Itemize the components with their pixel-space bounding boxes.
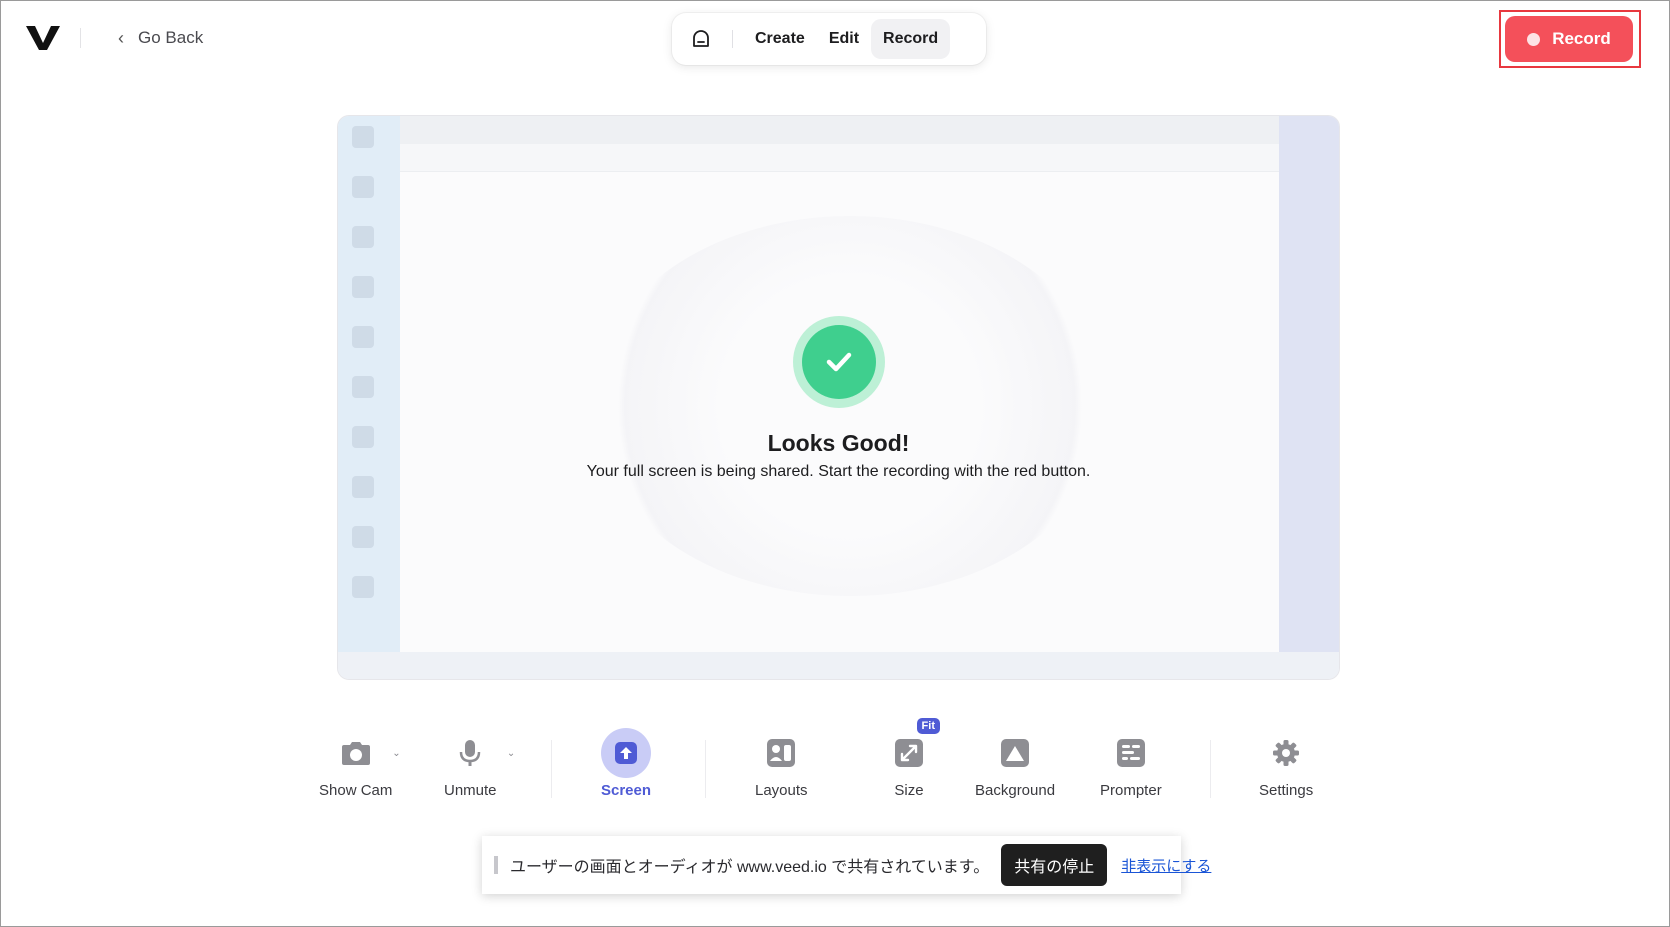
desktop-app-icon: [352, 226, 374, 248]
screen-preview: Looks Good! Your full screen is being sh…: [337, 115, 1340, 680]
unmute-label: Unmute: [444, 782, 497, 799]
microphone-icon: [460, 740, 481, 766]
tab-record[interactable]: Record: [871, 19, 951, 59]
toolbar-separator: [705, 740, 706, 798]
chevron-down-icon[interactable]: ⌄: [392, 748, 400, 759]
show-cam-label: Show Cam: [319, 782, 393, 799]
unmute-button[interactable]: ⌄ Unmute: [444, 728, 515, 799]
layouts-button[interactable]: Layouts: [755, 728, 808, 799]
share-message: ユーザーの画面とオーディオが www.veed.io で共有されています。: [510, 859, 990, 876]
screen-share-banner: ユーザーの画面とオーディオが www.veed.io で共有されています。 共有…: [482, 836, 1211, 894]
check-circle: [802, 325, 876, 399]
mode-separator: [732, 30, 733, 48]
record-button[interactable]: Record: [1505, 16, 1633, 62]
preview-tab-bar: [400, 116, 1281, 144]
gear-icon: [1273, 740, 1300, 766]
layouts-icon: [767, 739, 796, 767]
chevron-left-icon: ‹: [118, 27, 124, 48]
drag-handle-icon[interactable]: [494, 856, 498, 874]
tab-edit[interactable]: Edit: [817, 19, 871, 59]
app-header: ‹ Go Back Create Edit Record Record: [0, 0, 1670, 80]
record-button-label: Record: [1552, 29, 1611, 48]
go-back-label: Go Back: [138, 28, 204, 47]
desktop-app-icon: [352, 176, 374, 198]
record-dot-icon: [1527, 32, 1541, 46]
home-icon: [693, 30, 709, 47]
tab-create[interactable]: Create: [743, 19, 817, 59]
desktop-app-icon: [352, 326, 374, 348]
mode-switcher: Create Edit Record: [672, 13, 986, 65]
camera-icon: [341, 742, 370, 765]
prompter-label: Prompter: [1100, 782, 1162, 799]
hide-banner-link[interactable]: 非表示にする: [1121, 855, 1211, 876]
checkmark-icon: [826, 352, 852, 372]
desktop-app-icon: [352, 376, 374, 398]
background-label: Background: [975, 782, 1056, 799]
desktop-app-icon: [352, 126, 374, 148]
preview-taskbar: [338, 652, 1339, 679]
desktop-app-icon: [352, 276, 374, 298]
screen-label: Screen: [601, 782, 652, 799]
preview-desktop-icons: [338, 116, 400, 654]
toolbar-separator: [551, 740, 552, 798]
fit-badge: Fit: [916, 718, 940, 734]
desktop-app-icon: [352, 526, 374, 548]
screen-button[interactable]: Screen: [601, 728, 651, 799]
toolbar-separator: [1210, 740, 1211, 798]
prompter-icon: [1116, 739, 1145, 767]
status-message: Your full screen is being shared. Start …: [586, 463, 1091, 480]
show-cam-button[interactable]: ⌄ Show Cam: [319, 728, 401, 799]
preview-desktop-edge: [1279, 116, 1339, 654]
chevron-down-icon[interactable]: ⌄: [507, 748, 515, 759]
home-button[interactable]: [678, 19, 724, 59]
status-title: Looks Good!: [767, 430, 910, 456]
desktop-app-icon: [352, 576, 374, 598]
stop-sharing-button[interactable]: 共有の停止: [1001, 844, 1108, 886]
header-divider: [80, 28, 81, 48]
image-icon: [1001, 739, 1030, 767]
preview-url-bar: [400, 144, 1281, 172]
go-back-button[interactable]: ‹ Go Back: [118, 24, 203, 52]
prompter-button[interactable]: Prompter: [1100, 728, 1162, 799]
settings-label: Settings: [1259, 782, 1314, 799]
resize-icon: [895, 739, 923, 767]
screen-share-icon: [615, 742, 638, 764]
settings-button[interactable]: Settings: [1259, 728, 1313, 799]
veed-logo[interactable]: [26, 24, 60, 52]
size-label: Size: [894, 782, 924, 799]
success-check-icon: [793, 316, 885, 408]
size-button[interactable]: Fit Size: [884, 718, 940, 799]
background-button[interactable]: Background: [975, 728, 1055, 799]
layouts-label: Layouts: [755, 782, 808, 799]
